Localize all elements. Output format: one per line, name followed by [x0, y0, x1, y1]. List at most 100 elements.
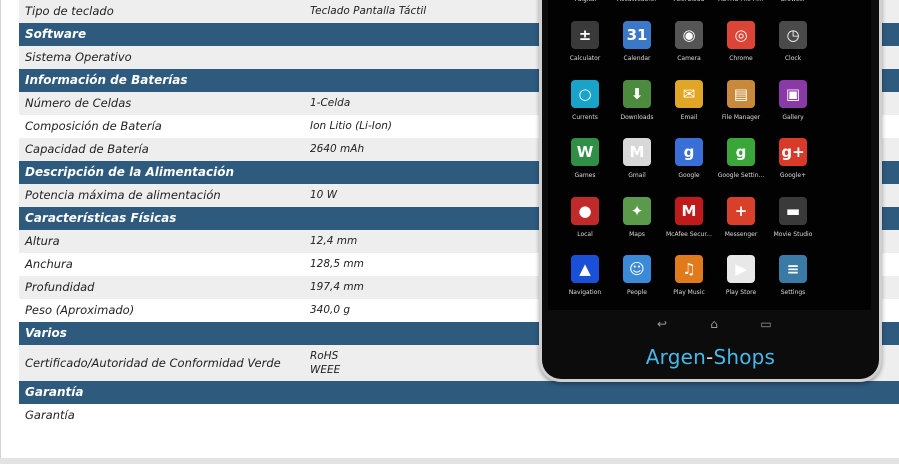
app-label: Calculator: [569, 55, 601, 62]
gallery-icon: ▣: [779, 79, 807, 108]
downloads-icon: ⬇: [623, 79, 651, 108]
section-title: Descripción de la Alimentación: [25, 165, 235, 179]
app-label: Movie Studio: [773, 230, 813, 238]
app-launcher: ○ Currents: [557, 79, 613, 132]
spec-label: Potencia máxima de alimentación: [25, 188, 221, 202]
app-label-top: AcerCloud: [659, 0, 719, 3]
spec-label: Sistema Operativo: [25, 50, 132, 64]
app-launcher: ≡ Settings: [765, 255, 821, 307]
google-icon: g: [675, 138, 703, 166]
spec-value-line: RoHS: [310, 350, 339, 362]
app-launcher: g Google: [661, 138, 717, 190]
movie-studio-icon: ▬: [779, 196, 807, 225]
spec-value: 197,4 mm: [310, 281, 364, 293]
spec-label: Profundidad: [25, 280, 95, 294]
spec-label: Peso (Aproximado): [25, 303, 135, 317]
app-label: Clock: [784, 55, 802, 62]
app-launcher: W Games: [557, 138, 613, 190]
spec-label: Capacidad de Batería: [25, 142, 149, 156]
spec-value: RoHS WEEE: [310, 349, 340, 377]
app-launcher: ⬇ Downloads: [609, 79, 665, 132]
app-drawer-top-labels: 7digitalAccuWeatherAcerCloudASTRO File M…: [548, 0, 871, 8]
section-title: Garantía: [25, 385, 84, 399]
app-label: Maps: [629, 230, 645, 238]
app-launcher: ▤ File Manager: [713, 79, 769, 132]
tablet-image: 7digitalAccuWeatherAcerCloudASTRO File M…: [539, 0, 882, 382]
spec-label: Altura: [25, 234, 60, 248]
spec-label: Anchura: [25, 257, 73, 271]
section-title: Software: [25, 27, 87, 41]
app-label-top: ASTRO File M...: [711, 0, 771, 3]
logo-part-1: Argen: [645, 345, 707, 369]
app-label-top: Browser: [763, 0, 823, 3]
messenger-icon: +: [727, 196, 755, 225]
mcafee-icon: M: [675, 196, 703, 225]
app-label: Downloads: [620, 113, 654, 121]
app-launcher: ◷ Clock: [765, 21, 821, 73]
app-label-top: AccuWeather: [607, 0, 667, 3]
settings-icon: ≡: [779, 255, 807, 283]
camera-icon: ◉: [675, 21, 703, 49]
home-icon: ⌂: [710, 317, 718, 331]
app-launcher: ◎ Chrome: [713, 21, 769, 73]
app-label: Navigation: [568, 289, 602, 296]
app-label: Gallery: [782, 113, 804, 121]
spec-value: 128,5 mm: [310, 258, 364, 270]
app-launcher: M McAfee Secur...: [661, 196, 717, 249]
spec-value: Teclado Pantalla Táctil: [310, 5, 427, 17]
android-nav-bar: ↩ ⌂ ▭: [548, 315, 871, 337]
google-plus-icon: g+: [779, 138, 807, 166]
app-label: Currents: [572, 113, 598, 121]
spec-label: Número de Celdas: [25, 96, 132, 110]
app-label: Calendar: [623, 55, 651, 62]
page-bottom-strip: [0, 458, 899, 464]
app-label: Google Settin...: [717, 172, 765, 179]
app-label: Messenger: [724, 230, 758, 238]
spec-value-line: WEEE: [310, 364, 341, 376]
app-launcher: ◉ Camera: [661, 21, 717, 73]
tablet-bezel: 7digitalAccuWeatherAcerCloudASTRO File M…: [542, 0, 879, 379]
app-label: People: [627, 289, 647, 296]
app-launcher: ● Local: [557, 196, 613, 249]
app-label: Google+: [779, 172, 807, 179]
currents-icon: ○: [571, 79, 599, 108]
app-launcher: ✦ Maps: [609, 196, 665, 249]
app-launcher: ▶ Play Store: [713, 255, 769, 307]
spec-value: 12,4 mm: [310, 235, 358, 247]
spec-label: Garantía: [25, 408, 75, 422]
file-manager-icon: ▤: [727, 79, 755, 108]
app-label: Games: [574, 172, 596, 179]
spec-value: 340,0 g: [310, 304, 351, 316]
play-music-icon: ♫: [675, 255, 703, 283]
app-launcher: g+ Google+: [765, 138, 821, 190]
tablet-screen: 7digitalAccuWeatherAcerCloudASTRO File M…: [548, 0, 871, 331]
spec-label: Certificado/Autoridad de Conformidad Ver…: [25, 356, 281, 370]
spec-value: 2640 mAh: [310, 143, 365, 155]
local-icon: ●: [571, 196, 599, 225]
spec-value: 10 W: [310, 189, 338, 201]
app-launcher: 31 Calendar: [609, 21, 665, 73]
app-label: Play Music: [673, 289, 705, 296]
app-label: McAfee Secur...: [665, 230, 712, 238]
play-store-icon: ▶: [727, 255, 755, 283]
app-launcher: + Messenger: [713, 196, 769, 249]
app-label-top: 7digital: [555, 0, 615, 3]
section-header: Garantía: [19, 381, 899, 404]
calculator-icon: ±: [571, 21, 599, 49]
spec-label: Composición de Batería: [25, 119, 162, 133]
app-launcher: ± Calculator: [557, 21, 613, 73]
app-launcher: ♫ Play Music: [661, 255, 717, 307]
games-icon: W: [571, 138, 599, 166]
people-icon: ☺: [623, 255, 651, 283]
back-icon: ↩: [656, 317, 668, 331]
spec-value: Ion Litio (Li-Ion): [310, 120, 393, 132]
app-label: Chrome: [729, 55, 753, 62]
app-launcher: ✉ Email: [661, 79, 717, 132]
app-launcher: ▣ Gallery: [765, 79, 821, 132]
app-launcher: ☺ People: [609, 255, 665, 307]
section-title: Características Físicas: [25, 211, 177, 225]
app-label: Email: [680, 113, 698, 121]
app-launcher: ▬ Movie Studio: [765, 196, 821, 249]
app-label: Local: [577, 230, 593, 238]
app-label: Play Store: [725, 289, 757, 296]
